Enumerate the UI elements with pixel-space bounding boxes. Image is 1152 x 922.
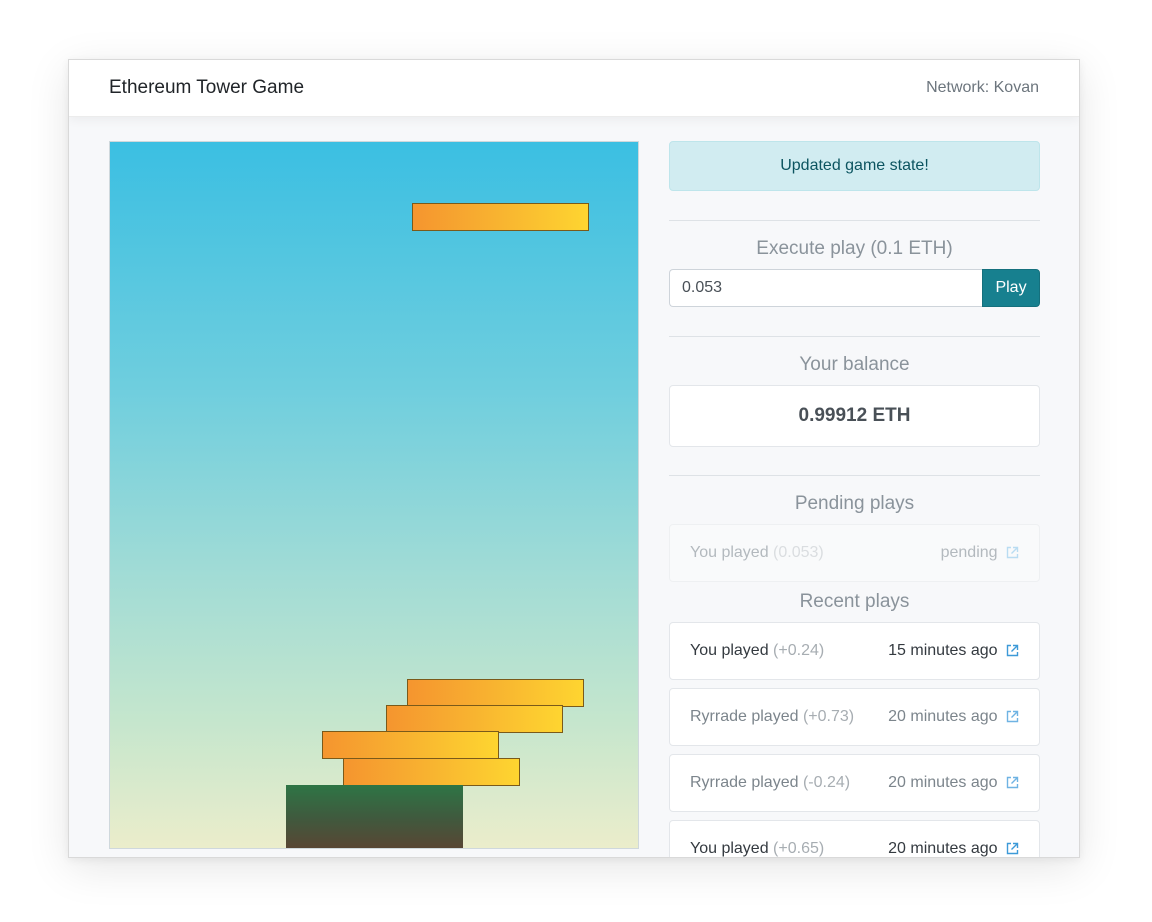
moving-block [412, 203, 589, 231]
play-player: Ryrrade played [690, 774, 799, 791]
recent-plays-title: Recent plays [799, 591, 910, 612]
balance-title: Your balance [799, 354, 910, 375]
amount-input[interactable] [669, 269, 983, 307]
play-player: You played [690, 840, 769, 857]
divider [669, 336, 1040, 337]
pending-plays-title: Pending plays [794, 493, 915, 514]
recent-play-item: Ryrrade played (-0.24) 20 minutes ago [669, 754, 1040, 812]
external-link-icon[interactable] [1006, 546, 1019, 564]
play-button[interactable]: Play [982, 269, 1040, 307]
external-link-icon[interactable] [1006, 842, 1019, 857]
tower-block [386, 705, 563, 733]
play-delta: (+0.65) [773, 840, 825, 857]
divider [669, 220, 1040, 221]
play-player: Ryrrade played [690, 708, 799, 725]
play-time: 20 minutes ago [888, 708, 998, 725]
network-indicator: Network: Kovan [926, 79, 1039, 96]
play-time: 20 minutes ago [888, 774, 998, 791]
divider [669, 475, 1040, 476]
recent-play-item: Ryrrade played (+0.73) 20 minutes ago [669, 688, 1040, 746]
tower-block [322, 731, 499, 759]
play-delta: (0.053) [773, 544, 824, 561]
play-player: You played [690, 544, 769, 561]
execute-play-title: Execute play (0.1 ETH) [756, 238, 953, 259]
play-input-group: Play [669, 269, 1040, 307]
balance-value: 0.99912 ETH [669, 385, 1040, 447]
app-title[interactable]: Ethereum Tower Game [109, 77, 304, 99]
external-link-icon[interactable] [1006, 644, 1019, 662]
play-delta: (+0.24) [773, 642, 825, 659]
play-time: 15 minutes ago [888, 642, 998, 659]
app-window: Ethereum Tower Game Network: Kovan Updat… [68, 59, 1080, 858]
play-time: 20 minutes ago [888, 840, 998, 857]
external-link-icon[interactable] [1006, 776, 1019, 794]
tower-base [286, 785, 463, 848]
tower-block [407, 679, 584, 707]
recent-play-item: You played (+0.65) 20 minutes ago [669, 820, 1040, 857]
play-status: pending [940, 544, 998, 561]
recent-play-item: You played (+0.24) 15 minutes ago [669, 622, 1040, 680]
tower-block [343, 758, 520, 786]
game-canvas[interactable] [109, 141, 639, 849]
play-player: You played [690, 642, 769, 659]
navbar: Ethereum Tower Game Network: Kovan [69, 60, 1079, 117]
play-delta: (-0.24) [802, 774, 851, 791]
external-link-icon[interactable] [1006, 710, 1019, 728]
pending-play-item: You played (0.053) pending [669, 524, 1040, 582]
status-alert: Updated game state! [669, 141, 1040, 191]
play-delta: (+0.73) [802, 708, 855, 725]
